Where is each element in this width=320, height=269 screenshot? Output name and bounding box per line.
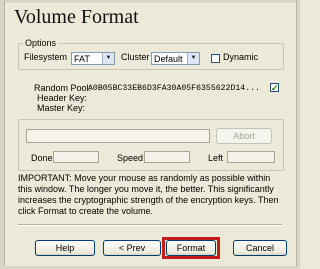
left-value [227,151,275,163]
speed-label: Speed [117,153,144,163]
cluster-label: Cluster [121,52,150,62]
window-frame-top [0,0,300,3]
cluster-select[interactable]: Default ▼ [151,52,200,65]
checkmark-icon: ✓ [271,83,279,93]
random-pool-value: A0B05BC33EB6D3FA30A05F6355622D14... [88,84,260,93]
cancel-button-label: Cancel [245,243,274,253]
options-legend: Options [25,38,57,48]
filesystem-value: FAT [74,54,90,64]
window-frame-right [296,0,300,269]
dynamic-label: Dynamic [223,52,259,62]
done-value [53,151,99,163]
left-label: Left [208,153,224,163]
done-label: Done [31,153,53,163]
filesystem-label: Filesystem [24,52,68,62]
progress-group [18,119,284,171]
format-button-label: Format [176,243,206,253]
master-key-label: Master Key: [37,103,86,113]
prev-button[interactable]: < Prev [103,240,161,256]
instructions-text: IMPORTANT: Move your mouse as randomly a… [18,173,279,216]
help-button[interactable]: Help [35,240,95,256]
speed-value [144,151,190,163]
separator [18,224,282,226]
chevron-down-icon[interactable]: ▼ [102,53,114,64]
cancel-button[interactable]: Cancel [233,240,287,256]
dynamic-checkbox[interactable] [211,54,220,63]
filesystem-select[interactable]: FAT ▼ [71,52,115,65]
help-button-label: Help [55,243,75,253]
cluster-value: Default [154,54,183,64]
format-button[interactable]: Format [166,240,216,256]
page-title: Volume Format [14,6,139,28]
progress-bar [26,129,210,143]
prev-button-label: < Prev [118,243,146,253]
chevron-down-icon[interactable]: ▼ [187,53,199,64]
show-keys-checkbox[interactable]: ✓ [270,83,279,93]
abort-button[interactable]: Abort [216,128,272,144]
window-frame-left [0,0,5,269]
